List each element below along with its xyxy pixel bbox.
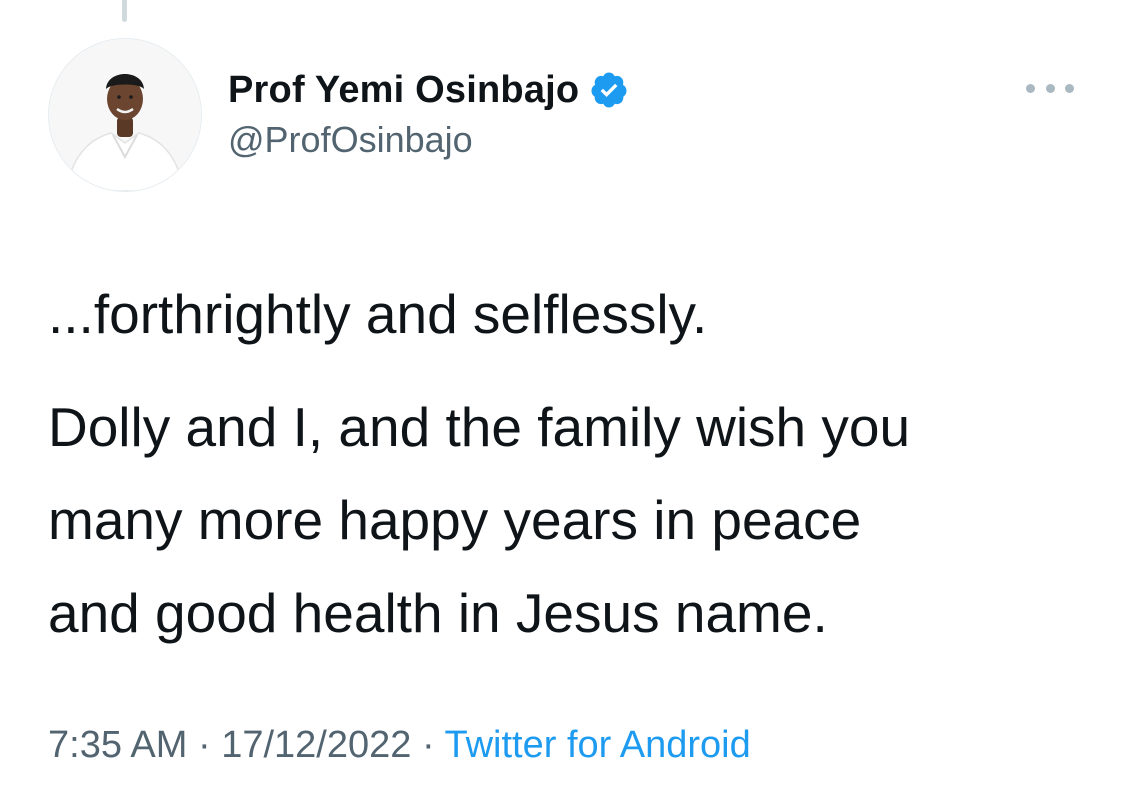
thread-connector-line — [122, 0, 127, 22]
more-options-button[interactable] — [1026, 74, 1074, 102]
display-name[interactable]: Prof Yemi Osinbajo — [228, 69, 579, 112]
avatar[interactable] — [48, 38, 202, 192]
ellipsis-dot-icon — [1045, 83, 1055, 93]
verified-badge-icon — [591, 72, 627, 108]
tweet-paragraph: Dolly and I, and the family wish you man… — [48, 396, 911, 644]
profile-photo-icon — [49, 39, 201, 191]
author-name-row[interactable]: Prof Yemi Osinbajo — [228, 66, 629, 114]
tweet-body: ...forthrightly and selflessly. Dolly an… — [48, 268, 1088, 660]
tweet-source-link[interactable]: Twitter for Android — [444, 724, 750, 766]
meta-separator: · — [411, 724, 445, 766]
meta-separator: · — [187, 724, 222, 766]
tweet-date[interactable]: 17/12/2022 — [221, 724, 411, 766]
tweet-meta: 7:35 AM · 17/12/2022 · Twitter for Andro… — [48, 724, 751, 767]
ellipsis-dot-icon — [1026, 83, 1035, 93]
tweet-paragraph: ...forthrightly and selflessly. — [48, 283, 708, 345]
ellipsis-dot-icon — [1065, 83, 1074, 93]
author-handle[interactable]: @ProfOsinbajo — [228, 119, 473, 161]
tweet-time[interactable]: 7:35 AM — [48, 724, 187, 766]
